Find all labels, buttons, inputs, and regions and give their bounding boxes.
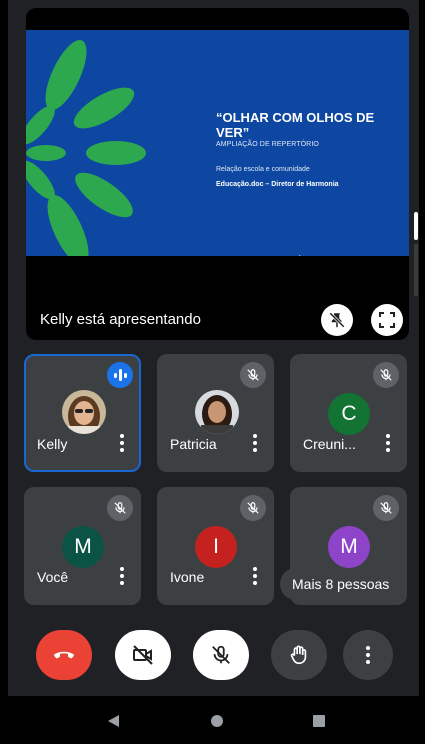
mic-muted-badge [107, 495, 133, 521]
unpin-button[interactable] [321, 304, 353, 336]
participant-more-button[interactable] [381, 434, 395, 452]
home-icon[interactable] [210, 714, 224, 728]
avatar: M [62, 526, 104, 568]
speaking-indicator [107, 362, 133, 388]
dot [120, 448, 124, 452]
screen-edge-right [419, 0, 425, 744]
more-vert-icon [366, 646, 370, 664]
participant-tile-voce[interactable]: M Você [24, 487, 141, 605]
mic-off-icon [380, 369, 392, 381]
presenter-label: Kelly está apresentando [40, 311, 201, 328]
dot [253, 567, 257, 571]
scroll-track [414, 244, 418, 296]
mic-muted-badge [240, 362, 266, 388]
slide: “OLHAR COM OLHOS DE VER” AMPLIAÇÃO DE RE… [26, 30, 409, 256]
camera-toggle-button[interactable] [115, 630, 171, 680]
avatar: I [195, 526, 237, 568]
participant-name: Patricia [170, 436, 217, 452]
fullscreen-button[interactable] [371, 304, 403, 336]
avatar [62, 390, 106, 434]
fullscreen-icon [379, 312, 395, 328]
dot [120, 434, 124, 438]
participant-name: Ivone [170, 569, 205, 585]
slide-line: Relação escola e comunidade [216, 166, 310, 173]
participant-more-button[interactable] [248, 567, 262, 585]
hang-up-icon [54, 651, 74, 659]
mic-off-icon [247, 502, 259, 514]
recents-icon[interactable] [312, 714, 326, 728]
raise-hand-icon [290, 645, 307, 665]
scroll-indicator[interactable] [414, 212, 418, 240]
slide-line: Educação.doc – Diretor de Harmonia [216, 181, 339, 188]
mic-toggle-button[interactable] [193, 630, 249, 680]
dot [386, 434, 390, 438]
slide-subtitle: AMPLIAÇÃO DE REPERTÓRIO [216, 141, 319, 148]
participant-more-button[interactable] [115, 434, 129, 452]
avatar: C [328, 393, 370, 435]
avatar: M [328, 526, 370, 568]
dot [386, 448, 390, 452]
dot [120, 441, 124, 445]
audio-bar [123, 372, 127, 378]
participant-tile-ivone[interactable]: I Ivone [157, 487, 274, 605]
slide-title: “OLHAR COM OLHOS DE VER” [216, 110, 375, 140]
screen-edge-left [0, 0, 8, 744]
participant-name: Você [37, 569, 69, 585]
more-options-button[interactable] [343, 630, 393, 680]
system-nav-bar [0, 696, 425, 744]
mic-muted-badge [373, 495, 399, 521]
dot [253, 434, 257, 438]
mic-off-icon [247, 369, 259, 381]
raise-hand-button[interactable] [271, 630, 327, 680]
dot [253, 581, 257, 585]
audio-bar [113, 372, 117, 378]
dot [253, 441, 257, 445]
dot [120, 574, 124, 578]
audio-bar [118, 369, 122, 381]
back-icon[interactable] [106, 714, 120, 728]
mic-muted-badge [373, 362, 399, 388]
participant-name: Creuni... [303, 436, 356, 452]
presentation-panel[interactable]: “OLHAR COM OLHOS DE VER” AMPLIAÇÃO DE RE… [26, 8, 409, 340]
cursor-icon [299, 255, 301, 256]
mic-off-icon [380, 502, 392, 514]
dot [386, 441, 390, 445]
participant-name: Kelly [37, 436, 68, 452]
more-people-chip[interactable]: Mais 8 pessoas [280, 568, 402, 600]
participant-more-button[interactable] [248, 434, 262, 452]
avatar [195, 390, 239, 434]
mic-muted-badge [240, 495, 266, 521]
leaf-logo [26, 40, 146, 256]
slide-text: “OLHAR COM OLHOS DE VER” AMPLIAÇÃO DE RE… [216, 110, 406, 188]
meeting-screen: “OLHAR COM OLHOS DE VER” AMPLIAÇÃO DE RE… [0, 0, 425, 744]
participant-tile-patricia[interactable]: Patricia [157, 354, 274, 472]
pin-off-icon [329, 312, 345, 328]
end-call-button[interactable] [36, 630, 92, 680]
participant-tile-kelly[interactable]: Kelly [24, 354, 141, 472]
dot [120, 581, 124, 585]
mic-off-icon [114, 502, 126, 514]
participant-tile-creuni[interactable]: C Creuni... [290, 354, 407, 472]
dot [120, 567, 124, 571]
dot [253, 448, 257, 452]
mic-off-icon [212, 645, 230, 664]
camera-off-icon [133, 645, 153, 665]
dot [253, 574, 257, 578]
participant-more-button[interactable] [115, 567, 129, 585]
